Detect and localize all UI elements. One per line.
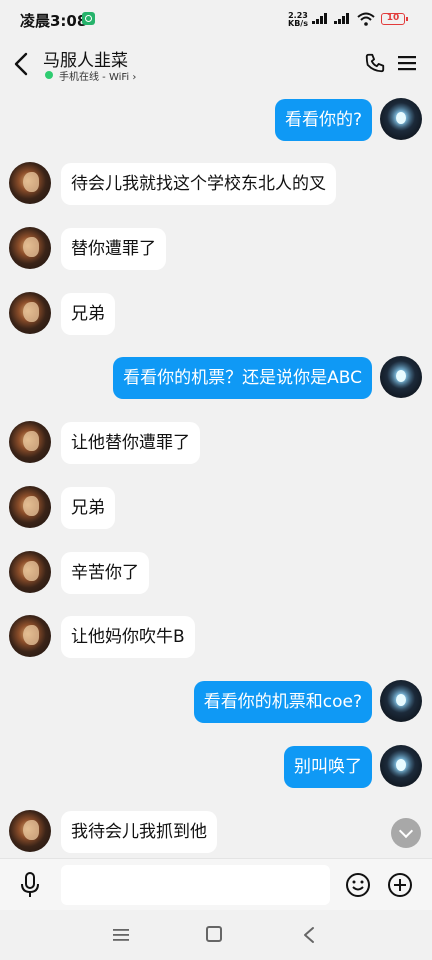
message-bubble-incoming[interactable]: 待会儿我就找这个学校东北人的叉	[61, 163, 336, 205]
message-row-incoming: 兄弟	[0, 486, 432, 534]
emoji-icon[interactable]	[345, 872, 371, 898]
message-input[interactable]	[61, 865, 330, 905]
system-nav-bar	[0, 910, 432, 960]
back-icon[interactable]	[10, 51, 34, 77]
message-bubble-incoming[interactable]: 我待会儿我抓到他	[61, 811, 217, 853]
message-row-incoming: 替你遭罪了	[0, 227, 432, 275]
message-row-outgoing: 看看你的机票？还是说你是ABC	[0, 356, 432, 404]
menu-icon[interactable]	[397, 53, 417, 73]
avatar-contact[interactable]	[9, 486, 51, 528]
scroll-to-bottom-button[interactable]	[391, 818, 421, 848]
online-indicator	[45, 71, 53, 79]
message-bubble-incoming[interactable]: 让他妈你吹牛B	[61, 616, 195, 658]
nav-back-icon[interactable]	[300, 925, 318, 945]
message-row-incoming: 兄弟	[0, 292, 432, 340]
message-bubble-outgoing[interactable]: 看看你的机票和coe?	[193, 681, 372, 723]
message-row-incoming: 待会儿我就找这个学校东北人的叉	[0, 162, 432, 210]
avatar-contact[interactable]	[9, 551, 51, 593]
mic-icon[interactable]	[18, 871, 42, 899]
status-bar: 凌晨3:08 2.23 KB/s 10	[0, 0, 432, 38]
network-speed-unit: KB/s	[288, 19, 308, 28]
message-bubble-incoming[interactable]: 让他替你遭罪了	[61, 422, 200, 464]
avatar-self[interactable]	[380, 356, 422, 398]
app-notification-icon	[82, 12, 95, 25]
plus-icon[interactable]	[387, 872, 413, 898]
avatar-contact[interactable]	[9, 292, 51, 334]
avatar-self[interactable]	[380, 680, 422, 722]
message-row-incoming: 辛苦你了	[0, 551, 432, 599]
phone-icon[interactable]	[364, 52, 386, 74]
input-bar	[0, 858, 432, 910]
avatar-contact[interactable]	[9, 162, 51, 204]
avatar-contact[interactable]	[9, 810, 51, 852]
avatar-self[interactable]	[380, 745, 422, 787]
avatar-contact[interactable]	[9, 227, 51, 269]
message-row-incoming: 让他妈你吹牛B	[0, 615, 432, 663]
status-time: 凌晨3:08	[20, 12, 88, 30]
message-row-incoming: 让他替你遭罪了	[0, 421, 432, 469]
online-status[interactable]: 手机在线 - WiFi ›	[59, 68, 136, 83]
message-row-outgoing: 看看你的机票和coe?	[0, 680, 432, 728]
nav-menu-icon[interactable]	[112, 927, 130, 943]
battery-icon: 10	[381, 13, 408, 25]
message-row-incoming: 我待会儿我抓到他	[0, 810, 432, 858]
message-bubble-outgoing[interactable]: 看看你的?	[274, 99, 372, 141]
avatar-contact[interactable]	[9, 615, 51, 657]
message-bubble-incoming[interactable]: 辛苦你了	[61, 552, 149, 594]
message-bubble-incoming[interactable]: 替你遭罪了	[61, 228, 166, 270]
avatar-contact[interactable]	[9, 421, 51, 463]
network-speed: 2.23 KB/s	[288, 12, 308, 28]
message-bubble-outgoing[interactable]: 别叫唤了	[284, 746, 372, 788]
signal-icon	[334, 13, 352, 24]
message-bubble-incoming[interactable]: 兄弟	[61, 293, 115, 335]
message-list[interactable]: 看看你的? 待会儿我就找这个学校东北人的叉 替你遭罪了 兄弟 看看你的机票？还是…	[0, 90, 432, 858]
signal-icon	[312, 13, 330, 24]
wifi-icon	[357, 12, 375, 26]
message-bubble-outgoing[interactable]: 看看你的机票？还是说你是ABC	[113, 357, 372, 399]
avatar-self[interactable]	[380, 98, 422, 140]
chat-header: 马服人韭菜 手机在线 - WiFi ›	[0, 38, 432, 90]
message-row-outgoing: 别叫唤了	[0, 745, 432, 793]
nav-home-icon[interactable]	[206, 926, 222, 942]
message-bubble-incoming[interactable]: 兄弟	[61, 487, 115, 529]
message-row-outgoing: 看看你的?	[0, 98, 432, 146]
